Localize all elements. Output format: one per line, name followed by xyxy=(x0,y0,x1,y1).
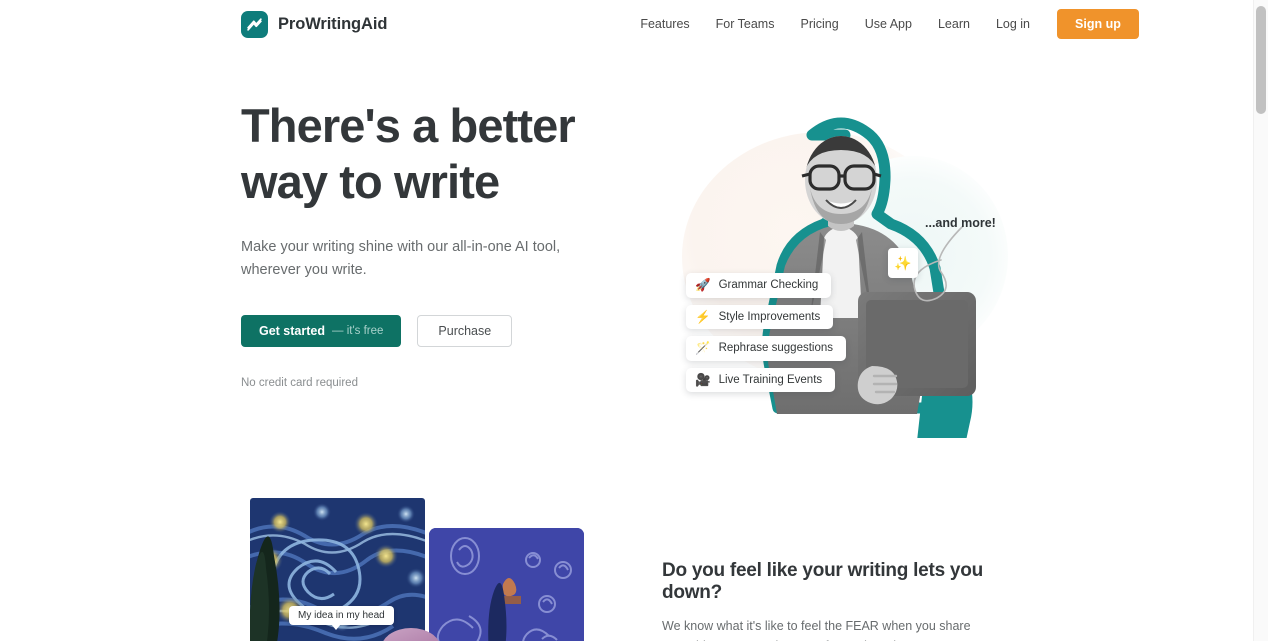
feature-chip-training: 🎥 Live Training Events xyxy=(686,367,836,392)
nav-use-app[interactable]: Use App xyxy=(852,11,925,37)
feature-chip-label: Rephrase suggestions xyxy=(718,342,834,355)
no-credit-card-note: No credit card required xyxy=(241,376,358,389)
video-camera-icon: 🎥 xyxy=(695,372,711,387)
magic-wand-icon: 🪄 xyxy=(695,341,711,355)
sign-up-button[interactable]: Sign up xyxy=(1057,9,1139,39)
idea-vs-reality-illustration: My idea in my head xyxy=(241,488,631,641)
nav-features[interactable]: Features xyxy=(627,11,702,37)
nav-learn[interactable]: Learn xyxy=(925,11,983,37)
brand-logo-link[interactable]: ProWritingAid xyxy=(241,10,388,38)
site-header: ProWritingAid Features For Teams Pricing… xyxy=(0,0,1253,48)
hero-copy: There's a better way to write Make your … xyxy=(241,98,641,389)
feature-chip-style: ⚡ Style Improvements xyxy=(686,304,834,329)
rocket-icon: 🚀 xyxy=(695,278,711,292)
nav-pricing[interactable]: Pricing xyxy=(787,11,851,37)
section2-title: Do you feel like your writing lets you d… xyxy=(662,560,983,603)
section2-body: We know what it's like to feel the FEAR … xyxy=(662,619,988,641)
feature-chip-label: Live Training Events xyxy=(718,373,823,386)
head xyxy=(801,136,882,224)
hero-section: There's a better way to write Make your … xyxy=(0,48,1253,478)
hand xyxy=(857,366,898,405)
nav-log-in[interactable]: Log in xyxy=(983,11,1043,37)
hero-action-buttons: Get started — it's free Purchase xyxy=(241,314,641,347)
hero-subtitle: Make your writing shine with our all-in-… xyxy=(241,238,561,279)
page-scrollbar[interactable] xyxy=(1253,0,1268,641)
purchase-button[interactable]: Purchase xyxy=(417,314,513,347)
lightning-bolt-icon: ⚡ xyxy=(695,309,711,324)
nav-for-teams[interactable]: For Teams xyxy=(703,11,788,37)
section2-copy: Do you feel like your writing lets you d… xyxy=(662,560,1022,641)
get-started-label: Get started xyxy=(259,323,325,338)
sparkles-icon: ✨ xyxy=(888,248,918,278)
main-navigation: Features For Teams Pricing Use App Learn… xyxy=(627,9,1139,39)
hero-title-line-2: way to write xyxy=(241,154,500,208)
hero-illustration: 🚀 Grammar Checking ⚡ Style Improvements … xyxy=(660,108,1030,438)
hero-title-line-1: There's a better xyxy=(241,99,576,152)
page-root: ProWritingAid Features For Teams Pricing… xyxy=(0,0,1268,641)
feature-chip-rephrase: 🪄 Rephrase suggestions xyxy=(686,336,847,361)
image-caption-bubble: My idea in my head xyxy=(289,606,394,630)
and-more-annotation: ...and more! xyxy=(925,216,996,230)
book-check-logo-icon xyxy=(241,10,268,38)
scrollbar-thumb[interactable] xyxy=(1256,6,1266,114)
page-title: There's a better way to write xyxy=(241,98,641,210)
brand-name: ProWritingAid xyxy=(278,14,388,33)
writing-lets-you-down-section: My idea in my head Do you feel like your… xyxy=(0,478,1253,641)
get-started-sublabel: — it's free xyxy=(332,324,384,337)
rough-sketch-image xyxy=(429,528,584,641)
feature-chip-list: 🚀 Grammar Checking ⚡ Style Improvements … xyxy=(686,273,847,392)
feature-chip-grammar: 🚀 Grammar Checking xyxy=(686,273,832,298)
get-started-button[interactable]: Get started — it's free xyxy=(241,314,402,347)
feature-chip-label: Grammar Checking xyxy=(718,279,819,292)
feature-chip-label: Style Improvements xyxy=(718,310,821,323)
